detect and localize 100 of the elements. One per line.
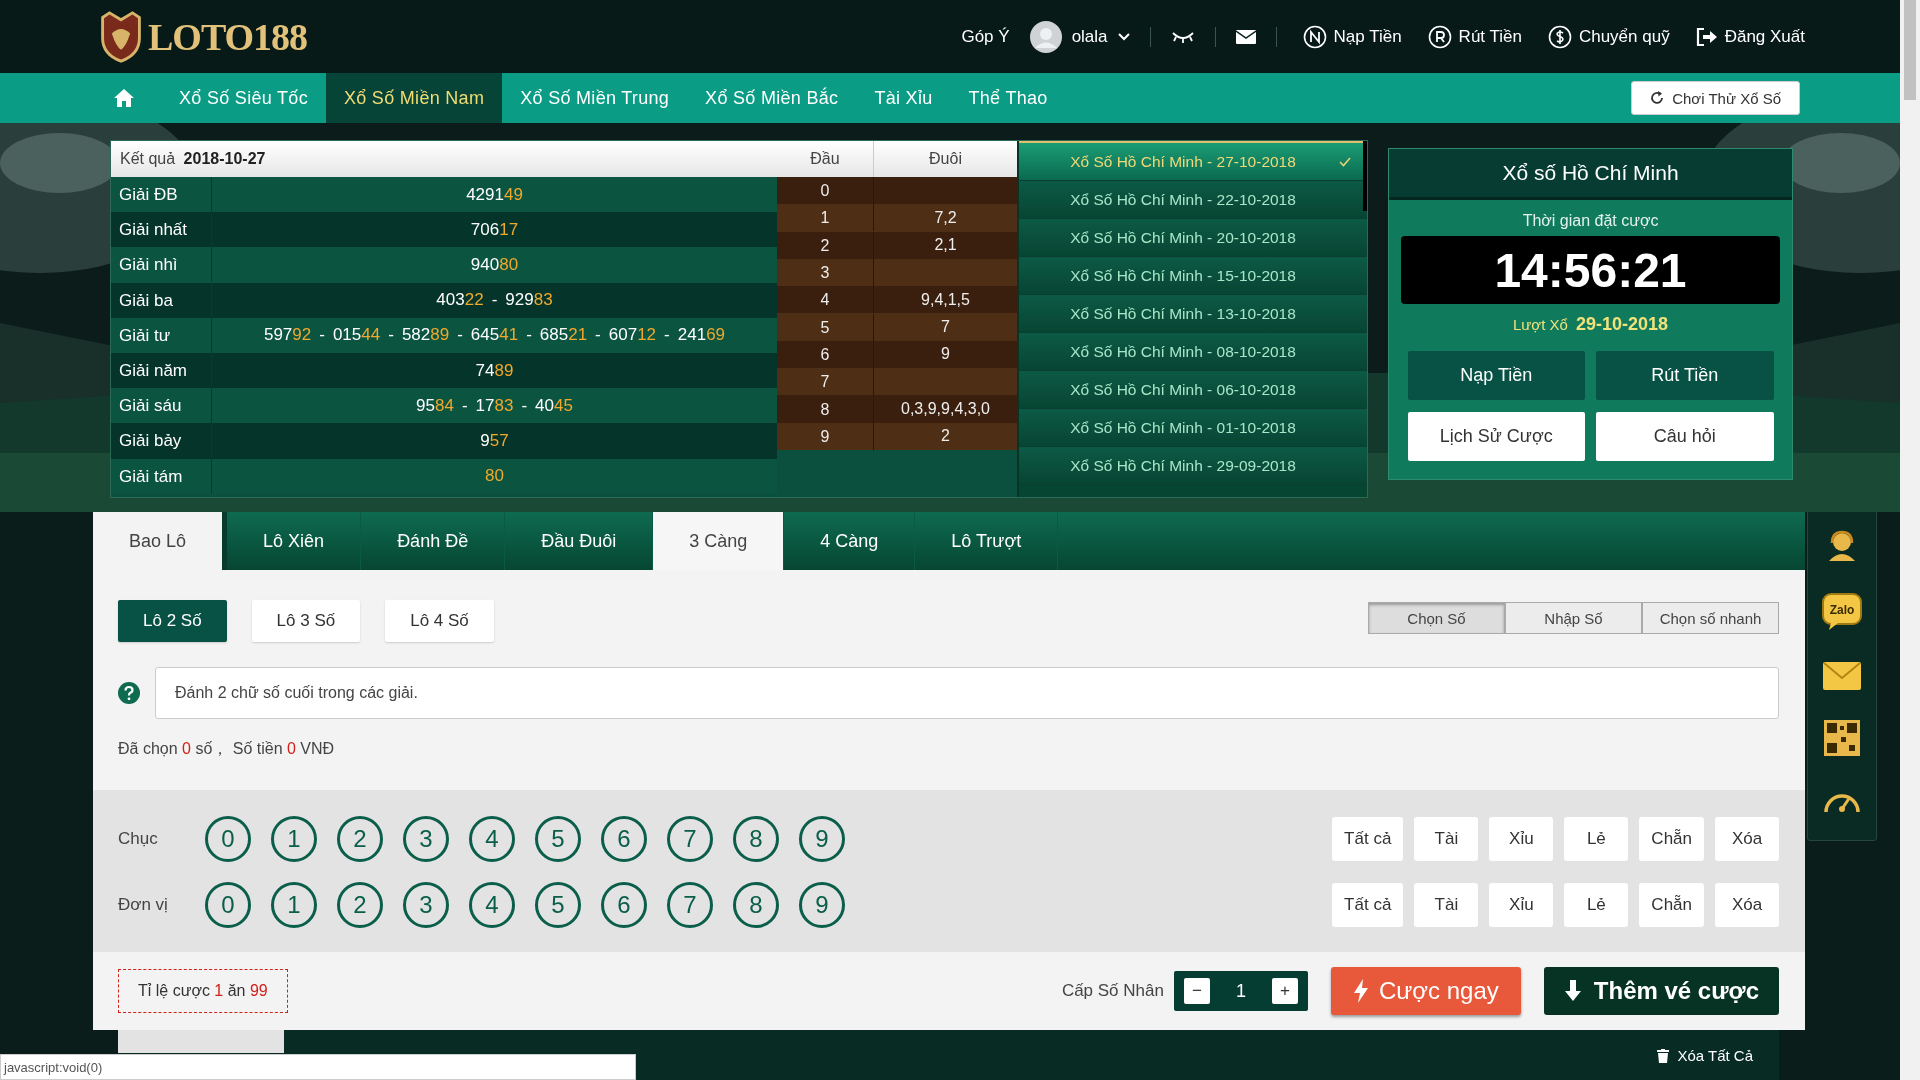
nav-tab[interactable]: Xổ Số Miền Nam [325,73,503,123]
digit-button[interactable]: 3 [403,882,449,928]
draw-item[interactable]: Xổ Số Hồ Chí Minh - 20-10-2018 [1019,219,1367,257]
digit-button[interactable]: 6 [601,816,647,862]
quick-select-button[interactable]: Lẻ [1564,883,1629,927]
quick-select-button[interactable]: Tài [1414,817,1479,861]
prize-numbers: 40322 - 92983 [435,290,554,311]
digit-button[interactable]: 2 [337,882,383,928]
add-ticket-button[interactable]: Thêm vé cược [1543,967,1779,1015]
digit-button[interactable]: 6 [601,882,647,928]
mode-tab[interactable]: Nhập Số [1505,602,1642,634]
prize-numbers: 9584 - 1783 - 4045 [415,395,574,416]
multiplier-stepper[interactable]: − 1 + [1173,971,1308,1011]
row-label: Đơn vị [118,895,169,915]
header-link[interactable]: Nạp Tiền [1302,24,1402,49]
mode-tab[interactable]: Chọn số nhanh [1642,602,1779,634]
chevron-down-icon[interactable] [1117,32,1130,41]
odds-label: Tỉ lệ cược 1 ăn 99 [118,969,288,1013]
letter-n-circle-icon [1302,24,1327,49]
draw-item[interactable]: Xổ Số Hồ Chí Minh - 15-10-2018 [1019,257,1367,295]
try-lottery-button[interactable]: Chơi Thử Xổ Số [1631,81,1800,115]
digit-button[interactable]: 4 [469,816,515,862]
digit-button[interactable]: 8 [733,816,779,862]
home-icon[interactable] [113,88,135,108]
digit-button[interactable]: 1 [271,882,317,928]
digit-button[interactable]: 9 [799,882,845,928]
header-link[interactable]: Chuyển quỹ [1547,24,1670,49]
clear-all-button[interactable]: Xóa Tất Cả [1651,1046,1759,1065]
avatar-icon[interactable] [1029,20,1062,53]
row-label: Chục [118,829,159,849]
quick-select-button[interactable]: Xóa [1715,817,1779,861]
digit-button[interactable]: 1 [271,816,317,862]
quick-select-button[interactable]: Tất cả [1332,817,1404,861]
feedback-link[interactable]: Góp Ý [961,26,1010,47]
lightning-icon [1352,979,1369,1003]
digit-button[interactable]: 9 [799,816,845,862]
panel-button[interactable]: Lịch Sử Cược [1407,412,1585,461]
panel-title: Xổ số Hồ Chí Minh [1389,149,1792,200]
trash-icon [1657,1048,1670,1063]
quick-select-button[interactable]: Xóa [1715,883,1779,927]
digit-button[interactable]: 3 [403,816,449,862]
table-cell: 7 [941,318,950,336]
quick-select-button[interactable]: Tài [1414,883,1479,927]
quick-select-button[interactable]: Xỉu [1489,883,1554,927]
check-icon [1339,156,1351,167]
username-link[interactable]: olala [1071,26,1108,47]
digit-button[interactable]: 0 [205,882,251,928]
header-link[interactable]: Rút Tiền [1427,24,1522,49]
mode-tab[interactable]: Chọn Số [1368,602,1505,634]
digit-button[interactable]: 2 [337,816,383,862]
multiplier-label: Cấp Số Nhân [1061,981,1164,1001]
column-header: Đuôi [928,149,963,169]
draw-item[interactable]: Xổ Số Hồ Chí Minh - 01-10-2018 [1019,409,1367,447]
sub-tab[interactable]: Lô 3 Số [251,600,361,642]
table-cell: 9 [941,345,950,363]
draw-item[interactable]: Xổ Số Hồ Chí Minh - 08-10-2018 [1019,333,1367,371]
digit-button[interactable]: 5 [535,882,581,928]
sub-tab[interactable]: Lô 2 Số [118,600,227,642]
table-cell: 9,4,1,5 [921,290,970,308]
prize-numbers: 957 [479,430,510,451]
quick-select-button[interactable]: Chẵn [1639,883,1704,927]
table-cell: 6 [777,340,874,368]
panel-button[interactable]: Nạp Tiền [1407,351,1585,400]
result-date: Kết quả 2018-10-27 [120,150,266,168]
help-icon[interactable] [118,682,140,704]
digit-button[interactable]: 5 [535,816,581,862]
header-link[interactable]: Đăng Xuất [1695,26,1805,47]
quick-select-button[interactable]: Lẻ [1564,817,1629,861]
mail-icon[interactable] [1235,29,1256,44]
digit-button[interactable]: 7 [667,816,713,862]
eye-closed-icon[interactable] [1170,30,1195,43]
table-cell: 0,3,9,9,4,3,0 [901,400,990,417]
quick-select-button[interactable]: Chẵn [1639,817,1704,861]
logo-text[interactable]: LOTO188 [148,14,308,59]
timer-label: Thời gian đặt cược [1522,212,1659,230]
increment-button[interactable]: + [1271,978,1298,1004]
bet-now-button[interactable]: Cược ngay [1330,967,1521,1015]
prize-name: Giải tám [111,458,212,494]
panel-button[interactable]: Rút Tiền [1596,351,1774,400]
draw-item[interactable]: Xổ Số Hồ Chí Minh - 29-09-2018 [1019,447,1367,485]
digit-button[interactable]: 4 [469,882,515,928]
quick-select-button[interactable]: Tất cả [1332,883,1404,927]
draw-item[interactable]: Xổ Số Hồ Chí Minh - 13-10-2018 [1019,295,1367,333]
draw-item[interactable]: Xổ Số Hồ Chí Minh - 06-10-2018 [1019,371,1367,409]
prize-numbers: 429149 [465,184,524,205]
table-cell: 2 [941,427,950,445]
scrollbar-thumb[interactable] [1904,0,1916,100]
qr-code-icon[interactable] [1824,719,1860,756]
panel-button[interactable]: Câu hỏi [1596,412,1774,461]
digit-button[interactable]: 0 [205,816,251,862]
bet-tab[interactable]: 3 Càng [653,512,785,570]
table-cell: 1 [777,204,874,232]
draw-item[interactable]: Xổ Số Hồ Chí Minh - 22-10-2018 [1019,181,1367,219]
prize-numbers: 80 [484,466,505,487]
decrement-button[interactable]: − [1183,978,1210,1004]
sub-tab[interactable]: Lô 4 Số [385,600,494,642]
quick-select-button[interactable]: Xỉu [1489,817,1554,861]
bet-tab[interactable]: Bao Lô [93,512,228,570]
digit-button[interactable]: 8 [733,882,779,928]
digit-button[interactable]: 7 [667,882,713,928]
